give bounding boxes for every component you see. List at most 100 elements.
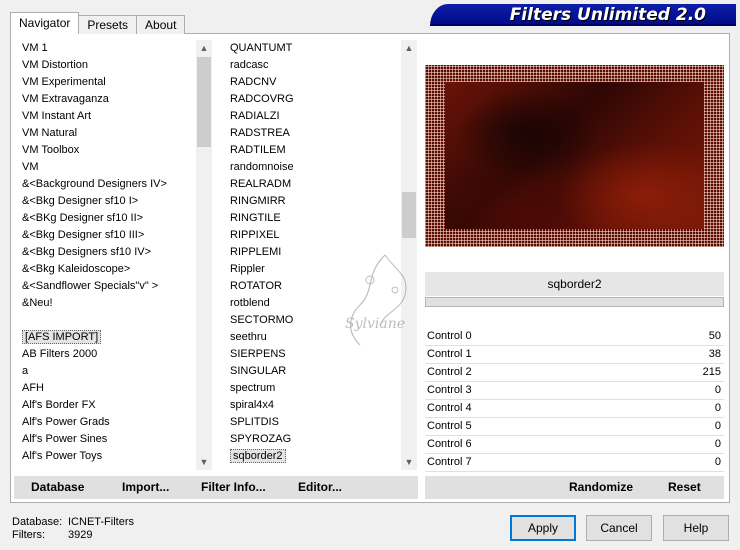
control-value[interactable]: 0 bbox=[715, 454, 721, 471]
control-row[interactable]: Control 6 0 bbox=[425, 436, 724, 454]
filter-item[interactable]: sqborder2 bbox=[228, 448, 400, 465]
editor-button[interactable]: Editor... bbox=[298, 480, 342, 494]
category-item-label: &<Sandflower Specials"v" > bbox=[22, 280, 159, 292]
scroll-thumb[interactable] bbox=[402, 192, 416, 238]
filter-item[interactable]: REALRADM bbox=[228, 176, 400, 193]
control-row[interactable]: Control 3 0 bbox=[425, 382, 724, 400]
randomize-button[interactable]: Randomize bbox=[569, 480, 633, 494]
category-item[interactable]: VM Extravaganza bbox=[20, 91, 196, 108]
control-row[interactable]: Control 1 38 bbox=[425, 346, 724, 364]
category-item[interactable]: a bbox=[20, 363, 196, 380]
filter-item[interactable]: randomnoise bbox=[228, 159, 400, 176]
filter-item[interactable]: spectrum bbox=[228, 380, 400, 397]
scroll-up-icon[interactable]: ▲ bbox=[196, 40, 212, 56]
category-item[interactable]: VM bbox=[20, 159, 196, 176]
filter-item[interactable]: SPLITDIS bbox=[228, 414, 400, 431]
filter-item[interactable]: spiral4x4 bbox=[228, 397, 400, 414]
category-item[interactable]: &Neu! bbox=[20, 295, 196, 312]
category-scrollbar[interactable]: ▲ ▼ bbox=[196, 40, 212, 470]
filter-item-label: ROTATOR bbox=[230, 280, 282, 292]
tab-about[interactable]: About bbox=[136, 15, 186, 34]
filter-item[interactable]: RINGTILE bbox=[228, 210, 400, 227]
category-item[interactable]: &<Bkg Designers sf10 IV> bbox=[20, 244, 196, 261]
filter-item-label: RIPPIXEL bbox=[230, 229, 280, 241]
control-value[interactable]: 0 bbox=[715, 436, 721, 453]
filter-item-label: RADIALZI bbox=[230, 110, 280, 122]
tab-presets[interactable]: Presets bbox=[78, 15, 138, 34]
control-row[interactable]: Control 2 215 bbox=[425, 364, 724, 382]
category-item[interactable]: Alf's Power Grads bbox=[20, 414, 196, 431]
category-item[interactable]: VM Instant Art bbox=[20, 108, 196, 125]
filter-item-label: RINGTILE bbox=[230, 212, 281, 224]
category-item[interactable]: &<Bkg Kaleidoscope> bbox=[20, 261, 196, 278]
title-banner: Filters Unlimited 2.0 bbox=[430, 4, 736, 26]
filter-item[interactable]: RADCNV bbox=[228, 74, 400, 91]
filter-item[interactable]: radcasc bbox=[228, 57, 400, 74]
category-item-label: AFH bbox=[22, 382, 44, 394]
category-item-label: &<Bkg Kaleidoscope> bbox=[22, 263, 131, 275]
database-button[interactable]: Database bbox=[31, 480, 84, 494]
import-button[interactable]: Import... bbox=[122, 480, 169, 494]
filter-item[interactable]: RADIALZI bbox=[228, 108, 400, 125]
filter-item-label: spectrum bbox=[230, 382, 276, 394]
selected-filter-name: sqborder2 bbox=[425, 272, 724, 296]
filters-count-value: 3929 bbox=[68, 529, 93, 541]
filter-info-button[interactable]: Filter Info... bbox=[201, 480, 266, 494]
watermark-text: Sylviane bbox=[345, 316, 405, 332]
control-value[interactable]: 0 bbox=[715, 382, 721, 399]
scroll-down-icon[interactable]: ▼ bbox=[196, 454, 212, 470]
filter-item[interactable]: RADTILEM bbox=[228, 142, 400, 159]
control-row[interactable]: Control 0 50 bbox=[425, 328, 724, 346]
filter-item[interactable]: SPYROZAG bbox=[228, 431, 400, 448]
control-value[interactable]: 215 bbox=[703, 364, 721, 381]
category-item[interactable]: Alf's Power Sines bbox=[20, 431, 196, 448]
category-item[interactable]: VM Natural bbox=[20, 125, 196, 142]
category-item[interactable]: AB Filters 2000 bbox=[20, 346, 196, 363]
control-row[interactable]: Control 4 0 bbox=[425, 400, 724, 418]
filter-item[interactable]: SINGULAR bbox=[228, 363, 400, 380]
filter-item[interactable]: RADCOVRG bbox=[228, 91, 400, 108]
filter-item[interactable]: RADSTREA bbox=[228, 125, 400, 142]
filter-item[interactable]: RIPPIXEL bbox=[228, 227, 400, 244]
category-item[interactable]: VM Distortion bbox=[20, 57, 196, 74]
control-value[interactable]: 0 bbox=[715, 418, 721, 435]
help-button[interactable]: Help bbox=[663, 515, 729, 541]
category-item[interactable]: VM Toolbox bbox=[20, 142, 196, 159]
tab-navigator[interactable]: Navigator bbox=[10, 12, 80, 34]
category-item[interactable]: AFH bbox=[20, 380, 196, 397]
category-item[interactable]: Alf's Border FX bbox=[20, 397, 196, 414]
category-item-label: VM 1 bbox=[22, 42, 48, 54]
apply-button[interactable]: Apply bbox=[510, 515, 576, 541]
scroll-thumb[interactable] bbox=[197, 57, 211, 147]
filter-item[interactable]: QUANTUMT bbox=[228, 40, 400, 57]
category-item-label: Alf's Power Grads bbox=[22, 416, 110, 428]
category-item[interactable]: VM Experimental bbox=[20, 74, 196, 91]
category-item[interactable]: &<Sandflower Specials"v" > bbox=[20, 278, 196, 295]
filter-item-label: RINGMIRR bbox=[230, 195, 286, 207]
control-label: Control 7 bbox=[427, 456, 472, 468]
category-item[interactable]: &<Bkg Designer sf10 III> bbox=[20, 227, 196, 244]
category-item[interactable]: &<Bkg Designer sf10 I> bbox=[20, 193, 196, 210]
scroll-up-icon[interactable]: ▲ bbox=[401, 40, 417, 56]
filter-item-label: QUANTUMT bbox=[230, 42, 293, 54]
control-value[interactable]: 38 bbox=[709, 346, 721, 363]
reset-button[interactable]: Reset bbox=[668, 480, 701, 494]
category-item[interactable]: &<BKg Designer sf10 II> bbox=[20, 210, 196, 227]
scroll-down-icon[interactable]: ▼ bbox=[401, 454, 417, 470]
control-value[interactable]: 50 bbox=[709, 328, 721, 345]
filter-item-label: sqborder2 bbox=[230, 449, 286, 463]
category-item[interactable]: [AFS IMPORT] bbox=[20, 329, 196, 346]
category-item[interactable]: Alf's Power Toys bbox=[20, 448, 196, 465]
database-value: ICNET-Filters bbox=[68, 516, 134, 528]
category-item[interactable]: VM 1 bbox=[20, 40, 196, 57]
category-list[interactable]: VM 1 VM Distortion VM Experimental VM Extra… bbox=[20, 40, 196, 470]
control-value[interactable]: 0 bbox=[715, 400, 721, 417]
category-item[interactable] bbox=[20, 312, 196, 329]
tab-bar: Navigator Presets About bbox=[10, 12, 186, 34]
filter-item[interactable]: RINGMIRR bbox=[228, 193, 400, 210]
category-item-label: VM Extravaganza bbox=[22, 93, 109, 105]
control-row[interactable]: Control 7 0 bbox=[425, 454, 724, 472]
category-item[interactable]: &<Background Designers IV> bbox=[20, 176, 196, 193]
control-row[interactable]: Control 5 0 bbox=[425, 418, 724, 436]
cancel-button[interactable]: Cancel bbox=[586, 515, 652, 541]
